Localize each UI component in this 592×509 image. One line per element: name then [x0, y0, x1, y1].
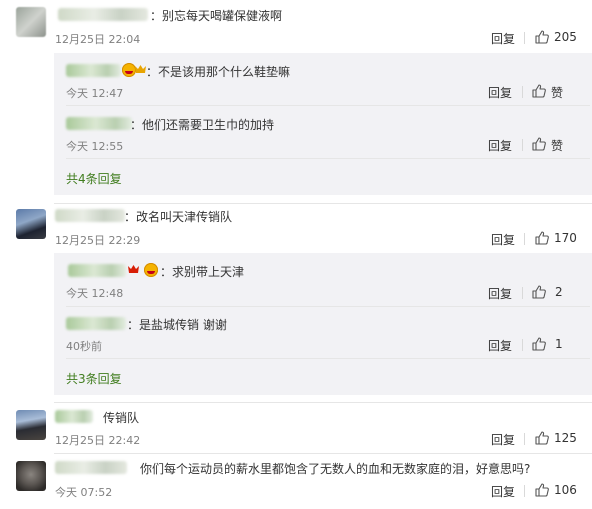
emoji-face-icon	[122, 63, 136, 77]
reply-button[interactable]: 回复	[491, 231, 515, 248]
separator	[66, 105, 590, 106]
emoji-face-icon	[144, 263, 158, 277]
divider	[524, 433, 525, 445]
like-label[interactable]: 赞	[551, 84, 563, 101]
reply-button[interactable]: 回复	[491, 431, 515, 448]
like-count: 2	[555, 285, 563, 299]
comment-timestamp: 12月25日 22:42	[55, 434, 141, 447]
reply-button[interactable]: 回复	[491, 483, 515, 500]
divider	[524, 233, 525, 245]
thumbs-up-icon[interactable]	[534, 430, 550, 446]
reply-timestamp: 今天 12:47	[66, 87, 124, 100]
username-blurred[interactable]	[66, 64, 121, 77]
reply-timestamp: 40秒前	[66, 340, 102, 353]
comment-text: ：改名叫天津传销队	[124, 210, 233, 224]
thumbs-up-icon[interactable]	[531, 336, 547, 352]
like-label[interactable]: 赞	[551, 137, 563, 154]
divider	[522, 339, 523, 351]
avatar[interactable]	[16, 461, 46, 491]
thumbs-up-icon[interactable]	[531, 136, 547, 152]
reply-text: ：是盐城传销 谢谢	[127, 318, 227, 332]
separator	[66, 358, 590, 359]
reply-text: ：求别带上天津	[160, 265, 245, 279]
username-blurred[interactable]	[68, 264, 126, 277]
like-count: 125	[554, 431, 577, 445]
like-count: 205	[554, 30, 577, 44]
comment-text: 传销队	[103, 411, 140, 425]
divider	[522, 86, 523, 98]
username-blurred[interactable]	[55, 410, 93, 423]
like-count: 170	[554, 231, 577, 245]
comment-timestamp: 12月25日 22:04	[55, 33, 141, 46]
reply-button[interactable]: 回复	[488, 285, 512, 302]
thumbs-up-icon[interactable]	[534, 482, 550, 498]
username-blurred[interactable]	[66, 117, 132, 130]
reply-button[interactable]: 回复	[488, 337, 512, 354]
like-count: 106	[554, 483, 577, 497]
thumbs-up-icon[interactable]	[531, 284, 547, 300]
reply-button[interactable]: 回复	[488, 84, 512, 101]
avatar[interactable]	[16, 7, 46, 37]
comment-timestamp: 今天 07:52	[55, 486, 113, 499]
crown-icon	[135, 65, 146, 73]
view-more-replies-link[interactable]: 共3条回复	[66, 370, 122, 387]
divider	[522, 139, 523, 151]
reply-timestamp: 今天 12:48	[66, 287, 124, 300]
comment-text: 你们每个运动员的薪水里都饱含了无数人的血和无数家庭的泪，好意思吗?	[140, 462, 531, 476]
username-blurred[interactable]	[55, 461, 127, 474]
divider	[524, 32, 525, 44]
crown-icon	[128, 265, 139, 273]
separator	[54, 453, 592, 454]
username-blurred[interactable]	[58, 8, 148, 21]
reply-text: ：他们还需要卫生巾的加持	[130, 118, 275, 132]
thumbs-up-icon[interactable]	[534, 29, 550, 45]
reply-text: ：不是该用那个什么鞋垫嘛	[146, 65, 291, 79]
divider	[524, 485, 525, 497]
reply-button[interactable]: 回复	[491, 30, 515, 47]
view-more-replies-link[interactable]: 共4条回复	[66, 170, 122, 187]
separator	[54, 402, 592, 403]
separator	[66, 158, 590, 159]
reply-button[interactable]: 回复	[488, 137, 512, 154]
avatar[interactable]	[16, 410, 46, 440]
reply-timestamp: 今天 12:55	[66, 140, 124, 153]
avatar[interactable]	[16, 209, 46, 239]
comment-text: ：别忘每天喝罐保健液啊	[150, 9, 283, 23]
comment-timestamp: 12月25日 22:29	[55, 234, 141, 247]
username-blurred[interactable]	[55, 209, 125, 222]
like-count: 1	[555, 337, 563, 351]
divider	[522, 287, 523, 299]
separator	[54, 203, 592, 204]
separator	[66, 306, 590, 307]
thumbs-up-icon[interactable]	[534, 230, 550, 246]
username-blurred[interactable]	[66, 317, 126, 330]
thumbs-up-icon[interactable]	[531, 83, 547, 99]
